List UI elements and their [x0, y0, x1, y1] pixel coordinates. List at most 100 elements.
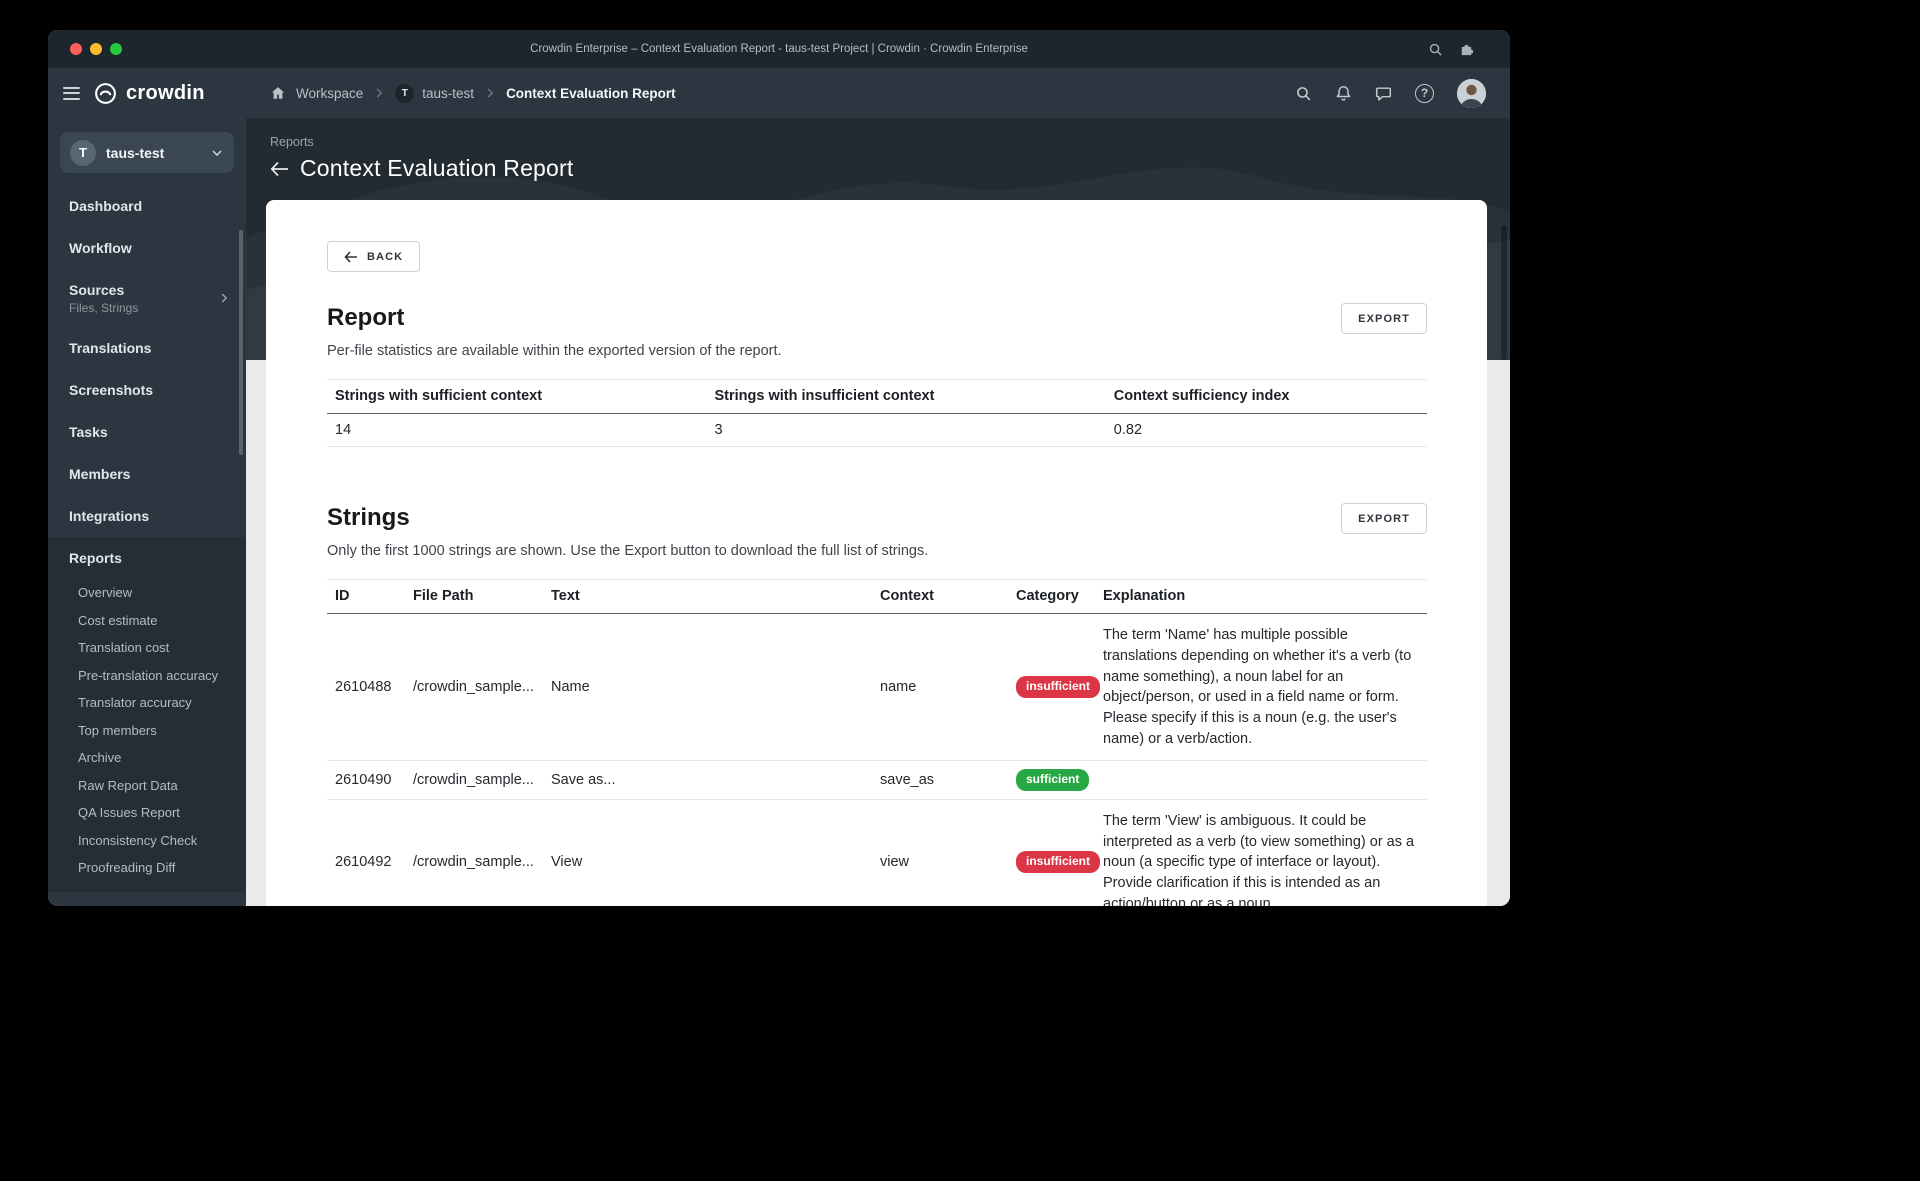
export-strings-button[interactable]: EXPORT [1341, 503, 1427, 534]
browser-toolbar-icons [1428, 42, 1494, 57]
search-icon[interactable] [1428, 42, 1443, 57]
report-card: BACK Report Per-file statistics are avai… [266, 200, 1487, 906]
cell-context: name [872, 613, 1008, 761]
summary-value-index: 0.82 [1105, 413, 1427, 447]
extensions-icon[interactable] [1459, 42, 1474, 57]
sidebar-item-integrations[interactable]: Integrations [48, 495, 246, 537]
breadcrumb-project-name: taus-test [422, 85, 475, 101]
summary-table: Strings with sufficient context Strings … [327, 379, 1427, 447]
sidebar-item-label: Workflow [69, 240, 132, 256]
window-title: Crowdin Enterprise – Context Evaluation … [530, 43, 1028, 55]
search-icon[interactable] [1295, 85, 1312, 102]
sidebar-item-sources[interactable]: Sources Files, Strings [48, 269, 246, 327]
sidebar-item-translations[interactable]: Translations [48, 327, 246, 369]
sidebar-subitem-raw-report-data[interactable]: Raw Report Data [48, 772, 246, 800]
breadcrumb-workspace[interactable]: Workspace [296, 86, 363, 101]
desktop: Crowdin Enterprise – Context Evaluation … [0, 0, 1920, 1181]
sidebar-item-screenshots[interactable]: Screenshots [48, 369, 246, 411]
sidebar-subitem-overview[interactable]: Overview [48, 579, 246, 607]
summary-col-header: Strings with sufficient context [327, 379, 707, 414]
hero-eyebrow: Reports [270, 135, 314, 149]
back-arrow-icon [270, 161, 288, 176]
hamburger-menu-icon[interactable] [63, 84, 80, 103]
strings-subtitle: Only the first 1000 strings are shown. U… [327, 543, 929, 559]
sidebar-nav: Dashboard Workflow Sources Files, String… [48, 185, 246, 892]
cell-text: View [543, 799, 872, 906]
breadcrumb-project[interactable]: T taus-test [395, 83, 475, 103]
close-window-button[interactable] [70, 43, 82, 55]
cell-category: insufficient [1008, 613, 1101, 761]
sidebar-item-label: Integrations [69, 508, 150, 524]
hero-content: Reports Context Evaluation Report [246, 118, 1510, 182]
back-arrow-icon [344, 250, 357, 263]
sidebar-item-tasks[interactable]: Tasks [48, 411, 246, 453]
sidebar: crowdin T taus-test Dashboard Workflow S… [48, 68, 246, 906]
user-avatar[interactable] [1457, 78, 1486, 108]
zoom-window-button[interactable] [110, 43, 122, 55]
status-badge: insufficient [1016, 851, 1101, 874]
crowdin-logo[interactable]: crowdin [93, 81, 205, 106]
status-badge: sufficient [1016, 768, 1090, 791]
sidebar-header: crowdin [48, 68, 246, 118]
crowdin-wordmark: crowdin [126, 81, 205, 104]
sidebar-item-label: Translations [69, 340, 152, 356]
cell-text: Name [543, 613, 872, 761]
page-title: Context Evaluation Report [300, 155, 574, 181]
browser-window: Crowdin Enterprise – Context Evaluation … [48, 30, 1510, 906]
minimize-window-button[interactable] [90, 43, 102, 55]
col-header-id: ID [327, 579, 405, 614]
bell-icon[interactable] [1335, 85, 1352, 102]
cell-category: sufficient [1008, 760, 1095, 800]
summary-col-header: Strings with insufficient context [706, 379, 1106, 414]
status-badge: insufficient [1016, 675, 1101, 698]
breadcrumb: Workspace T taus-test Context Evaluation… [270, 83, 676, 103]
sidebar-item-label: Screenshots [69, 382, 154, 398]
project-selector[interactable]: T taus-test [60, 132, 234, 173]
sidebar-subitem-translator-accuracy[interactable]: Translator accuracy [48, 689, 246, 717]
hero-back-button[interactable] [270, 161, 289, 177]
sidebar-subitem-top-members[interactable]: Top members [48, 717, 246, 745]
col-header-category: Category [1008, 579, 1095, 614]
main-area: Workspace T taus-test Context Evaluation… [246, 68, 1510, 906]
sidebar-scrollbar[interactable] [239, 230, 243, 455]
sidebar-subitem-proofreading-diff[interactable]: Proofreading Diff [48, 854, 246, 882]
sidebar-item-workflow[interactable]: Workflow [48, 227, 246, 269]
strings-header-row: ID File Path Text Context Category Expla… [327, 579, 1427, 614]
col-header-file-path: File Path [405, 579, 543, 614]
chat-icon[interactable] [1375, 85, 1392, 102]
sidebar-section-reports: Reports Overview Cost estimate Translati… [48, 537, 246, 892]
sidebar-subitem-qa-issues-report[interactable]: QA Issues Report [48, 799, 246, 827]
project-avatar: T [70, 139, 96, 166]
home-icon[interactable] [270, 85, 286, 101]
export-report-button[interactable]: EXPORT [1341, 303, 1427, 334]
sidebar-item-members[interactable]: Members [48, 453, 246, 495]
browser-menu-icon[interactable] [1490, 47, 1494, 51]
strings-section-header: Strings Only the first 1000 strings are … [327, 503, 1427, 561]
sidebar-subitem-cost-estimate[interactable]: Cost estimate [48, 607, 246, 635]
report-heading: Report [327, 304, 405, 331]
crowdin-logo-icon [95, 82, 116, 104]
summary-col-header: Context sufficiency index [1105, 379, 1427, 414]
sidebar-subitem-pre-translation-accuracy[interactable]: Pre-translation accuracy [48, 662, 246, 690]
page-scrollbar[interactable] [1501, 225, 1507, 360]
sidebar-item-reports[interactable]: Reports [48, 537, 246, 579]
cell-context: view [872, 799, 1008, 906]
cell-explanation [1095, 760, 1427, 800]
col-header-explanation: Explanation [1095, 579, 1427, 614]
col-header-context: Context [872, 579, 1008, 614]
export-button-label: EXPORT [1358, 312, 1410, 325]
export-button-label: EXPORT [1358, 512, 1410, 525]
sidebar-item-label: Reports [69, 550, 122, 566]
sidebar-subitem-archive[interactable]: Archive [48, 744, 246, 772]
table-row: 2610488 /crowdin_sample... Name name ins… [327, 613, 1427, 761]
back-button[interactable]: BACK [327, 241, 421, 272]
report-subtitle: Per-file statistics are available within… [327, 343, 782, 359]
sidebar-subitem-inconsistency-check[interactable]: Inconsistency Check [48, 827, 246, 855]
chevron-right-icon [484, 87, 496, 99]
sidebar-item-dashboard[interactable]: Dashboard [48, 185, 246, 227]
breadcrumb-current-page: Context Evaluation Report [506, 85, 676, 101]
sidebar-subitem-translation-cost[interactable]: Translation cost [48, 634, 246, 662]
sidebar-item-label: Sources [69, 281, 125, 298]
report-section-header: Report Per-file statistics are available… [327, 303, 1427, 361]
help-icon[interactable]: ? [1415, 83, 1434, 103]
